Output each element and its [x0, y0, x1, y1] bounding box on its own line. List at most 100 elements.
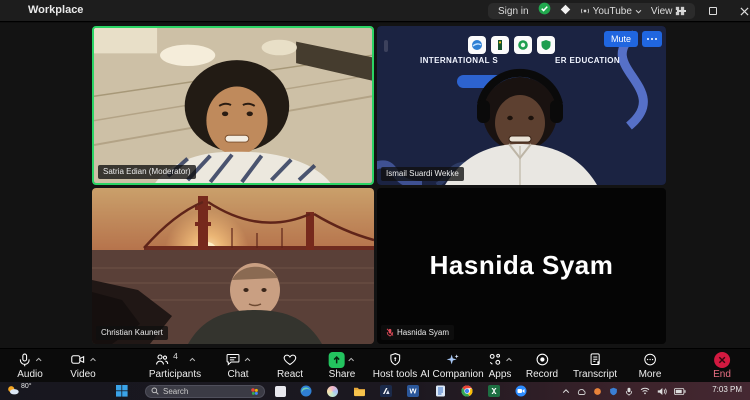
edge-icon: [300, 385, 312, 397]
pinned-app-word[interactable]: [406, 384, 420, 398]
video-tile-christian-kaunert[interactable]: Christian Kaunert: [92, 188, 374, 344]
close-icon: [740, 7, 749, 16]
react-label: React: [277, 369, 303, 380]
live-stream-icon: [580, 6, 590, 16]
chevron-up-icon[interactable]: [35, 357, 42, 362]
record-button[interactable]: Record: [526, 351, 558, 380]
taskbar-search-box[interactable]: Search: [145, 385, 265, 398]
transcript-icon: [588, 352, 603, 367]
windows-taskbar: 80° Search: [0, 382, 750, 400]
pinned-app-chrome[interactable]: [460, 384, 474, 398]
chevron-up-icon[interactable]: [348, 357, 355, 362]
transcript-button[interactable]: Transcript: [573, 351, 617, 380]
participant-name-label: Hasnida Syam: [381, 325, 454, 340]
security-shield-icon[interactable]: [609, 387, 618, 396]
youtube-label: YouTube: [593, 6, 632, 17]
mic-tray-icon[interactable]: [625, 387, 633, 396]
participant-name-label: Christian Kaunert: [96, 326, 168, 340]
video-button[interactable]: Video: [70, 351, 97, 380]
camera-off-display-name: Hasnida Syam: [377, 250, 666, 281]
browser-tray-icon[interactable]: [593, 387, 602, 396]
conference-logo-institute: [491, 36, 509, 54]
window-titlebar: Workplace Sign in YouTube View: [0, 0, 750, 22]
host-tools-button[interactable]: Host tools: [373, 351, 417, 380]
tile-more-options-button[interactable]: [642, 31, 662, 47]
temperature-label: 80°: [21, 383, 32, 390]
participant-name-label: Satria Edian (Moderator): [98, 165, 196, 179]
pinned-app-notes[interactable]: [433, 384, 447, 398]
host-tools-label: Host tools: [373, 369, 417, 380]
video-tile-satria-edian[interactable]: Satria Edian (Moderator): [92, 26, 374, 185]
chrome-icon: [461, 385, 473, 397]
sign-in-button[interactable]: Sign in: [498, 6, 529, 17]
taskbar-weather-widget[interactable]: 80°: [6, 383, 32, 397]
minimize-button[interactable]: [666, 0, 696, 22]
pinned-app-file-explorer[interactable]: [352, 384, 366, 398]
close-button[interactable]: [729, 0, 750, 22]
tray-expand-chevron-icon[interactable]: [562, 388, 570, 394]
battery-icon[interactable]: [674, 388, 686, 395]
more-ellipsis-icon: [642, 352, 657, 367]
participants-button[interactable]: 4 Participants: [149, 351, 201, 380]
minimize-icon: [677, 10, 686, 12]
apps-icon: [488, 352, 503, 367]
pinned-app-acrobat[interactable]: [379, 384, 393, 398]
transcript-label: Transcript: [573, 369, 617, 380]
participant-name: Satria Edian (Moderator): [103, 168, 191, 176]
share-screen-icon: [329, 352, 345, 368]
pinned-app-edge[interactable]: [299, 384, 313, 398]
onedrive-sync-icon[interactable]: [577, 387, 586, 396]
video-grid: Satria Edian (Moderator): [0, 23, 750, 348]
ai-companion-label: AI Companion: [420, 369, 483, 380]
start-button[interactable]: [115, 384, 129, 398]
chevron-up-icon[interactable]: [244, 357, 251, 362]
more-button[interactable]: More: [639, 351, 662, 380]
taskbar-clock[interactable]: 7:03 PM: [712, 386, 742, 395]
app-title: Workplace: [28, 4, 83, 16]
christian-video-feed: [92, 188, 374, 344]
microphone-icon: [17, 352, 32, 368]
video-tile-hasnida-syam[interactable]: Hasnida Syam Hasnida Syam: [377, 188, 666, 344]
pinned-app-copilot[interactable]: [325, 384, 339, 398]
wifi-icon[interactable]: [640, 387, 650, 395]
copilot-icon: [327, 386, 338, 397]
conference-logo-globe: [468, 36, 486, 54]
conference-logo-shield: [537, 36, 555, 54]
ai-companion-button[interactable]: AI Companion: [420, 351, 483, 380]
tile-grip-handle[interactable]: [384, 40, 388, 52]
mute-participant-button[interactable]: Mute: [604, 31, 638, 47]
word-icon: [407, 385, 419, 397]
maximize-button[interactable]: [698, 0, 728, 22]
volume-icon[interactable]: [657, 387, 667, 396]
youtube-live-menu[interactable]: YouTube: [580, 6, 642, 17]
app-icon: [275, 386, 286, 397]
excel-icon: [488, 385, 500, 397]
conference-banner-text-left: INTERNATIONAL S: [420, 56, 498, 65]
pinned-app-widgets[interactable]: [273, 384, 287, 398]
mic-muted-icon: [386, 328, 394, 337]
end-meeting-button[interactable]: End: [713, 351, 731, 380]
chevron-down-icon: [635, 9, 642, 14]
pinned-app-zoom[interactable]: [514, 384, 528, 398]
video-tile-ismail-suardi-wekke[interactable]: INTERNATIONAL S ER EDUCATION Mute Ismail…: [377, 26, 666, 185]
participant-name: Hasnida Syam: [397, 329, 449, 337]
participants-label: Participants: [149, 369, 201, 380]
audio-label: Audio: [17, 369, 43, 380]
system-tray: [562, 384, 686, 398]
react-button[interactable]: React: [277, 351, 303, 380]
satria-video-feed: [94, 28, 372, 183]
clock-time: 7:03 PM: [712, 385, 742, 394]
apps-button[interactable]: Apps: [488, 351, 513, 380]
pinned-app-excel[interactable]: [487, 384, 501, 398]
audio-button[interactable]: Audio: [17, 351, 43, 380]
share-button[interactable]: Share: [329, 351, 356, 380]
weather-icon: [6, 383, 20, 397]
chevron-up-icon[interactable]: [90, 357, 97, 362]
chevron-up-icon[interactable]: [506, 357, 513, 362]
search-icon: [151, 387, 159, 395]
ai-sparkle-icon: [444, 352, 460, 368]
diamond-icon[interactable]: [560, 2, 571, 20]
end-label: End: [713, 369, 731, 380]
chat-button[interactable]: Chat: [225, 351, 251, 380]
chevron-up-icon[interactable]: [189, 357, 196, 362]
